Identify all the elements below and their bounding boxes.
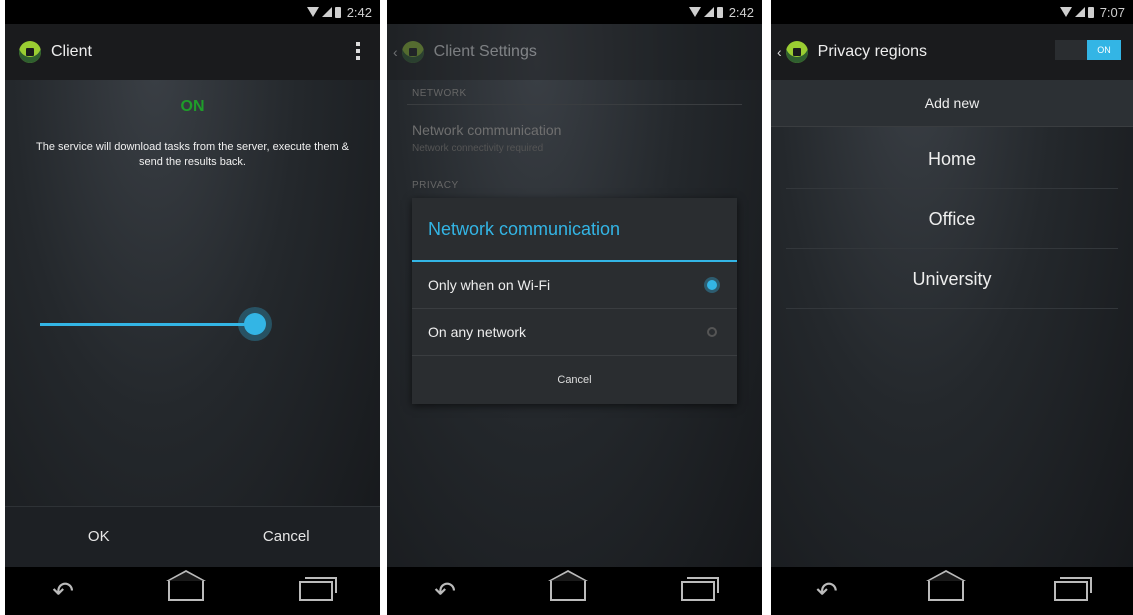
divider xyxy=(407,104,742,105)
wifi-icon xyxy=(1059,7,1072,17)
up-caret-icon[interactable]: ‹ xyxy=(777,44,782,60)
pref-network-title[interactable]: Network communication xyxy=(412,122,561,138)
cell-signal-icon xyxy=(321,7,332,17)
region-item[interactable]: Home xyxy=(786,130,1118,189)
action-bar: ‹ Privacy regions ON xyxy=(771,24,1133,80)
button-bar: OK Cancel xyxy=(5,506,380,567)
back-icon[interactable]: ↶ xyxy=(434,578,456,604)
service-state-label: ON xyxy=(180,98,205,115)
status-time: 2:42 xyxy=(346,4,372,20)
page-title: Client Settings xyxy=(433,43,537,60)
option-label: On any network xyxy=(428,324,527,340)
home-icon[interactable] xyxy=(925,570,966,601)
dialog-cancel-button[interactable]: Cancel xyxy=(412,356,737,404)
nav-bar: ↶ xyxy=(387,567,762,615)
status-bar: 7:07 xyxy=(771,0,1133,24)
option-label: Only when on Wi-Fi xyxy=(428,277,551,293)
nav-bar: ↶ xyxy=(5,567,380,615)
battery-icon xyxy=(334,6,341,18)
category-network: NETWORK xyxy=(412,88,467,99)
dialog-title: Network communication xyxy=(412,198,737,262)
radio-selected-icon[interactable] xyxy=(707,280,717,290)
status-bar: 2:42 xyxy=(5,0,380,24)
action-bar: Client xyxy=(5,24,380,80)
back-icon[interactable]: ↶ xyxy=(52,578,74,604)
recents-icon[interactable] xyxy=(1053,577,1092,601)
network-dialog: Network communication Only when on Wi-Fi… xyxy=(412,198,737,404)
region-item[interactable]: University xyxy=(786,250,1118,309)
service-slider-track[interactable] xyxy=(40,323,260,326)
recents-icon[interactable] xyxy=(298,577,337,601)
status-time: 7:07 xyxy=(1099,4,1125,20)
action-bar: ‹ Client Settings xyxy=(387,24,762,80)
nav-bar: ↶ xyxy=(771,567,1133,615)
cell-signal-icon xyxy=(1074,7,1085,17)
region-item[interactable]: Office xyxy=(786,190,1118,249)
home-icon[interactable] xyxy=(166,570,207,601)
add-new-button[interactable]: Add new xyxy=(771,80,1133,127)
ok-button[interactable]: OK xyxy=(5,507,193,567)
service-description: The service will download tasks from the… xyxy=(35,141,350,168)
client-settings-screen: 2:42 ‹ Client Settings NETWORK Network c… xyxy=(387,0,762,615)
battery-icon xyxy=(716,6,723,18)
wifi-icon xyxy=(306,7,319,17)
service-slider-thumb[interactable] xyxy=(244,313,266,335)
wifi-icon xyxy=(688,7,701,17)
home-icon[interactable] xyxy=(548,570,589,601)
page-title: Client xyxy=(51,43,92,60)
battery-icon xyxy=(1087,6,1094,18)
app-icon xyxy=(785,41,808,63)
category-privacy: PRIVACY xyxy=(412,180,459,191)
recents-icon[interactable] xyxy=(680,577,719,601)
cell-signal-icon xyxy=(703,7,714,17)
option-wifi-only[interactable]: Only when on Wi-Fi xyxy=(412,262,737,309)
app-icon xyxy=(401,41,424,63)
overflow-menu-icon[interactable] xyxy=(356,42,360,60)
toggle-track[interactable] xyxy=(1055,40,1087,60)
radio-unselected-icon[interactable] xyxy=(707,327,717,337)
client-screen: 2:42 Client ON The service will download… xyxy=(5,0,380,615)
privacy-toggle[interactable]: ON xyxy=(1087,40,1121,60)
pref-network-summary: Network connectivity required xyxy=(412,143,544,154)
status-time: 2:42 xyxy=(728,4,754,20)
up-caret-icon[interactable]: ‹ xyxy=(393,44,398,60)
privacy-regions-screen: 7:07 ‹ Privacy regions ON Add new Home O… xyxy=(771,0,1133,615)
option-any-network[interactable]: On any network xyxy=(412,309,737,356)
cancel-button[interactable]: Cancel xyxy=(193,507,381,567)
page-title: Privacy regions xyxy=(817,43,928,60)
status-bar: 2:42 xyxy=(387,0,762,24)
back-icon[interactable]: ↶ xyxy=(816,578,838,604)
app-icon xyxy=(19,41,41,63)
